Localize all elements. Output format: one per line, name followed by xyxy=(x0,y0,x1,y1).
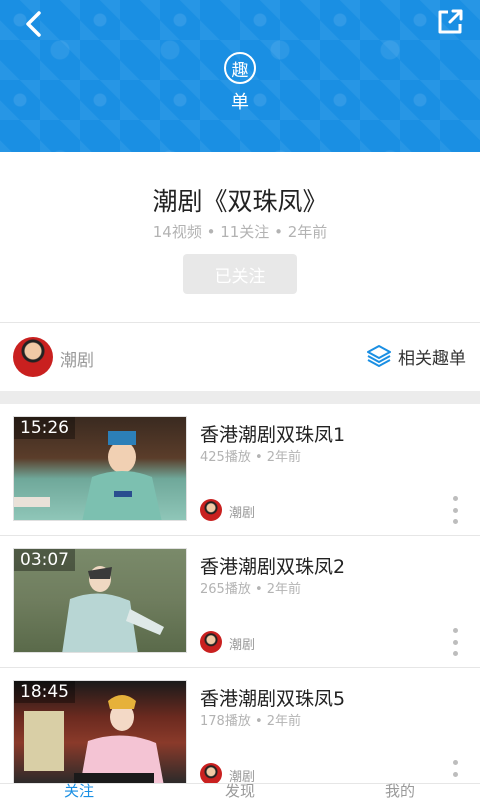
tab-follow[interactable]: 关注 xyxy=(64,780,94,800)
external-link-icon xyxy=(438,9,463,34)
related-playlists-button[interactable]: 相关趣单 xyxy=(366,343,466,369)
video-item[interactable]: 15:26 香港潮剧双珠凤1 425播放 • 2年前 潮剧 xyxy=(0,404,480,535)
video-item[interactable]: 03:07 香港潮剧双珠凤2 265播放 • 2年前 潮剧 xyxy=(0,536,480,667)
chevron-left-icon xyxy=(26,11,41,37)
uploader-name[interactable]: 潮剧 xyxy=(229,502,255,521)
tab-me[interactable]: 我的 xyxy=(385,780,415,800)
app-logo: 趣 单 xyxy=(0,52,480,114)
playlist-title: 潮剧《双珠凤》 xyxy=(152,187,328,216)
header-banner: 趣 单 xyxy=(0,0,480,152)
video-title[interactable]: 香港潮剧双珠凤2 xyxy=(200,552,345,579)
section-separator xyxy=(0,391,480,404)
video-meta: 265播放 • 2年前 xyxy=(200,582,302,597)
tab-discover[interactable]: 发现 xyxy=(225,780,255,800)
video-meta: 178播放 • 2年前 xyxy=(200,714,302,729)
author-row[interactable]: 潮剧 相关趣单 xyxy=(0,323,480,391)
uploader-name[interactable]: 潮剧 xyxy=(229,634,255,653)
video-thumbnail[interactable]: 15:26 xyxy=(13,416,187,521)
playlist-meta: 14视频 • 11关注 • 2年前 xyxy=(152,223,328,241)
author-avatar[interactable] xyxy=(13,337,53,377)
video-duration: 03:07 xyxy=(14,549,75,571)
video-duration: 15:26 xyxy=(14,417,75,439)
back-button[interactable] xyxy=(16,6,52,42)
uploader-avatar[interactable] xyxy=(200,499,222,521)
uploader-avatar[interactable] xyxy=(200,631,222,653)
video-thumbnail[interactable]: 18:45 xyxy=(13,680,187,785)
more-options-icon[interactable] xyxy=(450,628,460,656)
bottom-tab-bar: 关注 发现 我的 xyxy=(0,780,480,800)
author-name[interactable]: 潮剧 xyxy=(60,346,94,371)
more-options-icon[interactable] xyxy=(450,496,460,524)
video-thumbnail[interactable]: 03:07 xyxy=(13,548,187,653)
video-title[interactable]: 香港潮剧双珠凤1 xyxy=(200,420,345,447)
follow-button[interactable]: 已关注 xyxy=(183,254,297,294)
related-label: 相关趣单 xyxy=(398,348,466,369)
share-button[interactable] xyxy=(432,4,468,40)
video-title[interactable]: 香港潮剧双珠凤5 xyxy=(200,684,345,711)
logo-char: 趣 xyxy=(224,52,256,84)
logo-sub: 单 xyxy=(231,92,249,113)
video-duration: 18:45 xyxy=(14,681,75,703)
uploader-avatar[interactable] xyxy=(200,763,222,785)
video-meta: 425播放 • 2年前 xyxy=(200,450,302,465)
playlist-header: 潮剧《双珠凤》 14视频 • 11关注 • 2年前 已关注 xyxy=(0,152,480,322)
layers-icon xyxy=(367,345,391,367)
